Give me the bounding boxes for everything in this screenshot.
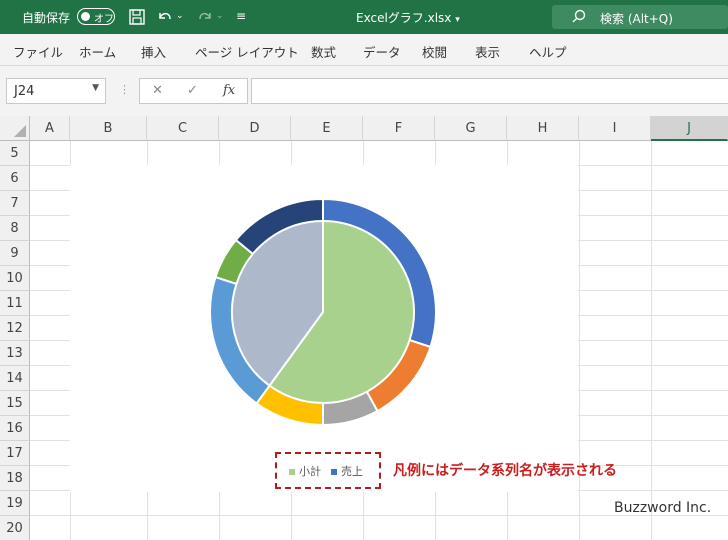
row-header-11[interactable]: 11 — [0, 291, 30, 316]
watermark: Buzzword Inc. — [614, 500, 712, 516]
row-header-16[interactable]: 16 — [0, 416, 30, 441]
tab-help[interactable]: ヘルプ — [529, 42, 567, 61]
row-header-15[interactable]: 15 — [0, 391, 30, 416]
column-header-c[interactable]: C — [147, 116, 219, 141]
legend-item-sales[interactable]: 売上 — [331, 463, 363, 479]
save-icon[interactable] — [128, 8, 146, 26]
formula-input[interactable] — [251, 78, 728, 104]
enter-icon[interactable]: ✓ — [187, 83, 198, 98]
file-name[interactable]: Excelグラフ.xlsx ▾ — [356, 9, 460, 26]
tab-file[interactable]: ファイル — [13, 42, 63, 61]
redo-icon[interactable] — [196, 8, 214, 26]
select-all-icon — [14, 125, 26, 137]
row-header-20[interactable]: 20 — [0, 516, 30, 540]
undo-icon[interactable] — [156, 8, 174, 26]
select-all-corner[interactable] — [0, 116, 30, 141]
tab-page-layout[interactable]: ページ レイアウト — [195, 42, 299, 61]
file-name-dropdown-icon: ▾ — [455, 15, 460, 25]
autosave-label: 自動保存 — [22, 11, 71, 25]
search-icon — [572, 9, 586, 26]
column-header-e[interactable]: E — [291, 116, 363, 141]
row-header-14[interactable]: 14 — [0, 366, 30, 391]
tab-insert[interactable]: 挿入 — [141, 42, 166, 61]
column-header-j[interactable]: J — [651, 116, 728, 141]
customize-toolbar-icon[interactable]: ≡ — [236, 9, 254, 27]
column-header-a[interactable]: A — [30, 116, 70, 141]
column-header-i[interactable]: I — [579, 116, 651, 141]
row-header-8[interactable]: 8 — [0, 216, 30, 241]
title-bar: 自動保存 オフ ⌄ ⌄ ≡ Excelグラフ.xlsx ▾ 検索 (Alt+Q) — [0, 0, 728, 34]
ribbon-tabs: ファイル ホーム 挿入 ページ レイアウト 数式 データ 校閲 表示 ヘルプ — [0, 34, 728, 66]
row-header-9[interactable]: 9 — [0, 241, 30, 266]
name-box-value: J24 — [14, 84, 35, 99]
annotation-text: 凡例にはデータ系列名が表示される — [393, 463, 617, 479]
row-header-12[interactable]: 12 — [0, 316, 30, 341]
column-header-h[interactable]: H — [507, 116, 579, 141]
row-header-19[interactable]: 19 — [0, 491, 30, 516]
chart-area[interactable] — [70, 165, 578, 492]
tab-review[interactable]: 校閲 — [422, 42, 447, 61]
legend-swatch-subtotal — [289, 469, 295, 475]
redo-dropdown-icon[interactable]: ⌄ — [216, 11, 234, 29]
search-placeholder: 検索 (Alt+Q) — [600, 12, 673, 26]
tab-home[interactable]: ホーム — [79, 42, 116, 61]
column-header-b[interactable]: B — [70, 116, 147, 141]
name-box[interactable]: J24 ▼ — [6, 78, 106, 104]
insert-function-icon[interactable]: fx — [223, 83, 235, 98]
legend-item-subtotal[interactable]: 小計 — [289, 463, 321, 479]
legend-swatch-sales — [331, 469, 337, 475]
tab-formulas[interactable]: 数式 — [311, 42, 336, 61]
formula-bar-grip-icon[interactable]: ⋮ — [119, 83, 130, 96]
row-header-5[interactable]: 5 — [0, 141, 30, 166]
row-header-17[interactable]: 17 — [0, 441, 30, 466]
file-name-text: Excelグラフ.xlsx — [356, 11, 452, 25]
row-header-10[interactable]: 10 — [0, 266, 30, 291]
row-header-6[interactable]: 6 — [0, 166, 30, 191]
search-box[interactable]: 検索 (Alt+Q) — [552, 5, 728, 29]
name-box-dropdown-icon[interactable]: ▼ — [92, 83, 99, 93]
legend-label-sales: 売上 — [341, 465, 363, 478]
autosave-toggle[interactable]: オフ — [77, 8, 115, 25]
formula-tools: ✕ ✓ fx — [139, 78, 248, 104]
toggle-label: オフ — [94, 14, 114, 25]
row-header-7[interactable]: 7 — [0, 191, 30, 216]
column-header-d[interactable]: D — [219, 116, 291, 141]
tab-data[interactable]: データ — [363, 42, 401, 61]
column-header-f[interactable]: F — [363, 116, 435, 141]
row-header-13[interactable]: 13 — [0, 341, 30, 366]
legend-label-subtotal: 小計 — [299, 465, 321, 478]
formula-bar: J24 ▼ ⋮ ✕ ✓ fx — [0, 66, 728, 116]
toggle-knob — [81, 12, 90, 21]
doughnut-chart[interactable] — [70, 165, 578, 492]
column-header-g[interactable]: G — [435, 116, 507, 141]
tab-view[interactable]: 表示 — [475, 42, 500, 61]
undo-dropdown-icon[interactable]: ⌄ — [176, 11, 194, 29]
row-header-18[interactable]: 18 — [0, 466, 30, 491]
cancel-icon[interactable]: ✕ — [152, 83, 163, 98]
